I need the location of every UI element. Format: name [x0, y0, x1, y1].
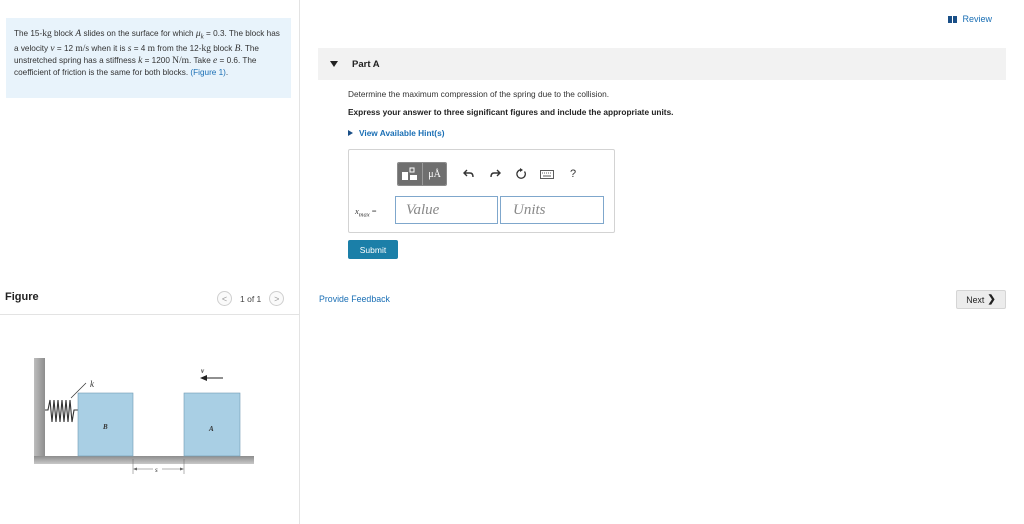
wall [34, 358, 45, 456]
label-v: v [201, 367, 205, 375]
units-input[interactable] [500, 196, 604, 224]
answer-variable-label: xmax = [355, 206, 377, 219]
figure-title: Figure [5, 291, 39, 303]
figure-header: Figure < 1 of 1 > [0, 288, 300, 315]
units-symbol-button[interactable]: μÅ [422, 163, 446, 185]
submit-button[interactable]: Submit [348, 240, 398, 259]
problem-text: = 1200 [142, 55, 173, 65]
reset-icon [516, 168, 526, 179]
answer-box: μÅ ? xmax = [348, 149, 615, 233]
next-figure-button[interactable]: > [269, 291, 285, 306]
chevron-right-icon: ❯ [987, 294, 996, 305]
figure-svg: k B A v s [34, 358, 254, 474]
question-text: Determine the maximum compression of the… [348, 89, 610, 99]
chevron-left-icon: < [221, 293, 228, 304]
review-link[interactable]: Review [948, 14, 992, 24]
figure-pager: < 1 of 1 > [217, 291, 285, 306]
next-button[interactable]: Next ❯ [956, 290, 1006, 309]
book-icon [948, 15, 958, 23]
problem-text: slides on the surface for which [81, 29, 196, 38]
undo-button[interactable] [459, 164, 479, 184]
part-label: Part A [352, 58, 380, 70]
label-a: A [208, 425, 214, 433]
template-button-group: μÅ [397, 162, 447, 186]
problem-text: = 12 [54, 43, 76, 53]
prev-figure-button[interactable]: < [217, 291, 232, 306]
label-b: B [102, 423, 108, 431]
figure-diagram: k B A v s [30, 350, 260, 485]
review-label: Review [962, 14, 992, 24]
unit-ms: m/s [75, 43, 90, 54]
velocity-arrowhead [200, 375, 207, 381]
label-s: s [155, 466, 158, 474]
problem-statement: The 15-kg block A slides on the surface … [6, 18, 291, 98]
unit-kg: kg [201, 43, 211, 54]
keyboard-icon [540, 169, 554, 179]
next-label: Next [966, 294, 985, 305]
provide-feedback-link[interactable]: Provide Feedback [319, 294, 390, 304]
problem-text: when it is [89, 43, 128, 53]
label-k: k [90, 379, 95, 389]
mu-angstrom-icon: μÅ [428, 168, 441, 180]
value-input[interactable] [395, 196, 498, 224]
problem-text: The 15- [14, 29, 43, 38]
figure-link[interactable]: (Figure 1) [190, 68, 226, 77]
pager-count: 1 of 1 [240, 293, 262, 304]
floor [34, 456, 254, 464]
keyboard-button[interactable] [537, 164, 557, 184]
caret-down-icon [330, 61, 338, 67]
chevron-right-icon: > [274, 293, 280, 304]
equals-sign: = [369, 206, 377, 216]
undo-icon [463, 169, 474, 178]
reset-button[interactable] [511, 164, 531, 184]
unit-kg: kg [42, 29, 52, 39]
caret-right-icon [348, 130, 353, 136]
problem-text: . [225, 67, 229, 77]
unit-nm: N/m [172, 55, 190, 66]
spring [45, 399, 78, 423]
math-toolbar: μÅ ? [397, 162, 583, 186]
left-pane: The 15-kg block A slides on the surface … [0, 0, 300, 524]
hints-label: View Available Hint(s) [359, 128, 445, 138]
var-x-sub: max [358, 211, 370, 219]
problem-text: = 4 [131, 43, 148, 53]
s-arrow-left [133, 467, 137, 471]
view-hints-link[interactable]: View Available Hint(s) [348, 128, 444, 138]
help-button[interactable]: ? [563, 164, 583, 184]
redo-button[interactable] [485, 164, 505, 184]
instruction-text: Express your answer to three significant… [348, 107, 674, 117]
problem-text: block [51, 29, 76, 38]
unit-m: m [147, 43, 156, 54]
redo-icon [490, 169, 501, 178]
s-arrow-right [180, 467, 184, 471]
problem-text: from the 12- [155, 43, 202, 53]
problem-text: . Take [189, 55, 214, 65]
help-icon: ? [569, 168, 577, 180]
part-a-header[interactable]: Part A [318, 48, 1006, 80]
templates-button[interactable] [398, 163, 422, 185]
problem-text: block [210, 43, 235, 53]
templates-icon [402, 167, 417, 180]
